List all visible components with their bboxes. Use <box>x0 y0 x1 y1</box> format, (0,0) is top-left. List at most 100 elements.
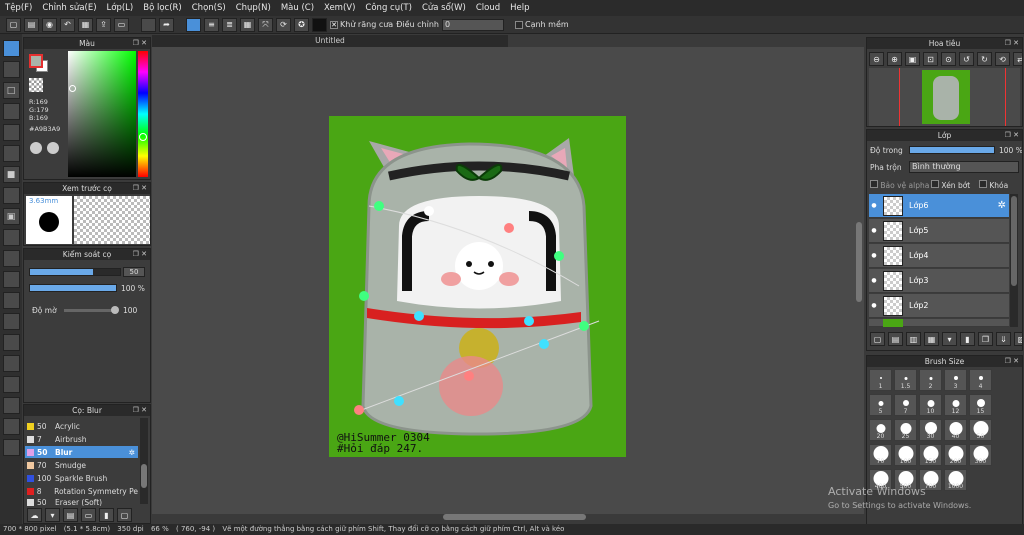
new-halftone-layer-icon[interactable]: ▤ <box>888 332 903 346</box>
navigator-preview[interactable] <box>869 68 1020 126</box>
blur-strength-knob[interactable] <box>111 306 119 314</box>
zoom-tool-icon[interactable] <box>2 292 20 309</box>
grid-icon[interactable]: ▦ <box>240 17 255 32</box>
brush-settings-gear-icon[interactable]: ✲ <box>129 448 135 457</box>
zoom-in-icon[interactable]: ⊕ <box>887 52 902 66</box>
new-file-icon[interactable]: ▢ <box>6 17 21 32</box>
brush-size-cell[interactable]: 5 <box>869 394 892 416</box>
canvas-vertical-scrollbar[interactable] <box>856 222 862 302</box>
shape-tool-icon[interactable]: ▣ <box>2 208 20 225</box>
brush-item-eraser-soft[interactable]: 50 Eraser (Soft) <box>25 498 138 506</box>
brush-size-cell[interactable]: 40 <box>944 419 967 441</box>
transparent-color-swatch[interactable] <box>29 78 43 92</box>
brush-item-airbrush[interactable]: 7 Airbrush <box>25 433 138 445</box>
new-layer-icon[interactable]: ▢ <box>870 332 885 346</box>
layers-icon[interactable]: ▦ <box>78 17 93 32</box>
soft-edge-option[interactable]: Cạnh mềm <box>514 20 569 29</box>
frame-tool-icon[interactable] <box>2 334 20 351</box>
align-left-icon[interactable]: ≡ <box>204 17 219 32</box>
layer-visibility-icon[interactable] <box>869 311 879 335</box>
brush-size-cell[interactable]: 300 <box>969 444 992 466</box>
rotate-left-icon[interactable]: ↺ <box>959 52 974 66</box>
menu-cloud[interactable]: Cloud <box>471 3 505 13</box>
antialias-checkbox[interactable]: ✕ <box>330 20 338 29</box>
brush-size-cell[interactable]: 50 <box>969 419 992 441</box>
canvas-area[interactable]: @HiSummer 0304 #Hỏi đáp 247. <box>152 47 864 514</box>
brush-size-cell[interactable]: 200 <box>944 444 967 466</box>
canvas-horizontal-scrollbar[interactable] <box>443 514 586 520</box>
blur-strength-slider[interactable] <box>64 306 119 314</box>
brush-item-rotation-symmetry[interactable]: 8 Rotation Symmetry Pe <box>25 485 138 497</box>
lock-option[interactable]: Khóa <box>979 180 1008 190</box>
antialias-option[interactable]: ✕ Khử răng cưa <box>330 20 393 29</box>
layer-add-menu-icon[interactable]: ▾ <box>942 332 957 346</box>
brush-size-cell[interactable]: 25 <box>894 419 917 441</box>
brush-size-cell[interactable]: 1.5 <box>894 369 917 391</box>
adjust-select[interactable]: 0 <box>441 18 504 31</box>
panel-close-icon[interactable]: ❐ ✕ <box>133 183 147 194</box>
extra-tool-2-icon[interactable] <box>2 439 20 456</box>
brush-size-cell[interactable]: 100 <box>894 444 917 466</box>
brush-size-cell[interactable]: 20 <box>869 419 892 441</box>
foreground-color-swatch[interactable] <box>29 54 43 68</box>
palette-icon[interactable] <box>30 142 42 154</box>
fill-color-icon[interactable] <box>312 17 327 32</box>
soft-edge-checkbox[interactable] <box>514 20 523 29</box>
color-picker-cursor[interactable] <box>69 85 76 92</box>
brush-size-slider[interactable] <box>29 268 121 276</box>
blank-tool-icon[interactable] <box>141 17 156 32</box>
brush-size-cell[interactable]: 30 <box>919 419 942 441</box>
brush-list-scroll-thumb[interactable] <box>141 464 147 488</box>
brush-opacity-slider[interactable] <box>29 284 117 292</box>
menu-edit[interactable]: Chỉnh sửa(E) <box>37 3 101 13</box>
rect-select-icon[interactable]: □ <box>2 82 20 99</box>
blend-mode-select[interactable]: Bình thường <box>909 161 1019 173</box>
artwork-canvas[interactable]: @HiSummer 0304 #Hỏi đáp 247. <box>329 116 626 457</box>
layer-settings-gear-icon[interactable]: ✲ <box>998 200 1006 211</box>
hue-cursor[interactable] <box>139 133 147 141</box>
save-icon[interactable]: ▤ <box>24 17 39 32</box>
transform-icon[interactable]: ⤧ <box>258 17 273 32</box>
layer-clear-icon[interactable]: ▨ <box>1014 332 1022 346</box>
menu-select[interactable]: Chọn(S) <box>187 3 231 13</box>
lasso-tool-icon[interactable] <box>2 103 20 120</box>
layer-visibility-icon[interactable]: ● <box>869 219 879 243</box>
blank-tool-slot-icon[interactable] <box>2 397 20 414</box>
panel-close-icon[interactable]: ❐ ✕ <box>133 405 147 416</box>
layer-visibility-icon[interactable]: ● <box>869 194 879 218</box>
menu-view[interactable]: Xem(V) <box>319 3 360 13</box>
brush-item-blur[interactable]: 50 Blur ✲ <box>25 446 138 458</box>
align-center-icon[interactable]: ≣ <box>222 17 237 32</box>
redo-arrow-icon[interactable]: ➦ <box>159 17 174 32</box>
layer-row-3[interactable]: ● Lớp3 <box>869 269 1009 293</box>
layer-row-4[interactable]: ● Lớp4 <box>869 244 1009 268</box>
extra-tool-icon[interactable] <box>2 418 20 435</box>
brush-copy-icon[interactable]: ▢ <box>117 508 132 522</box>
brush-tool-icon[interactable] <box>2 40 20 57</box>
select-mode-icon[interactable] <box>186 17 201 32</box>
layer-visibility-icon[interactable]: ● <box>869 269 879 293</box>
menu-window[interactable]: Cửa sổ(W) <box>417 3 471 13</box>
brush-folder-icon[interactable]: ▮ <box>99 508 114 522</box>
layer-row-6[interactable]: ● Lớp6 ✲ <box>869 194 1009 218</box>
gradient-tool-icon[interactable] <box>2 187 20 204</box>
share-icon[interactable]: ⇪ <box>96 17 111 32</box>
add-brush-icon[interactable]: ▤ <box>63 508 78 522</box>
brush-size-cell[interactable]: 150 <box>919 444 942 466</box>
panel-close-icon[interactable]: ❐ ✕ <box>1005 130 1019 141</box>
rotate-icon[interactable]: ✪ <box>294 17 309 32</box>
menu-tools[interactable]: Công cụ(T) <box>360 3 417 13</box>
layer-folder-icon[interactable]: ▮ <box>960 332 975 346</box>
brush-size-cell[interactable]: 1000 <box>944 469 967 491</box>
brush-size-cell[interactable]: 70 <box>869 444 892 466</box>
menu-color[interactable]: Màu (C) <box>276 3 319 13</box>
alpha-protect-option[interactable]: Bảo vệ alpha <box>870 180 929 190</box>
actual-size-icon[interactable]: ⊡ <box>923 52 938 66</box>
layer-opacity-slider[interactable] <box>909 146 995 154</box>
clipping-checkbox[interactable] <box>931 180 939 188</box>
brush-list-scrollbar[interactable] <box>140 418 148 504</box>
hue-slider[interactable] <box>138 51 148 177</box>
canvas-tab[interactable]: Untitled <box>152 35 508 47</box>
fill-tool-icon[interactable]: ■ <box>2 166 20 183</box>
menu-capture[interactable]: Chụp(N) <box>231 3 276 13</box>
